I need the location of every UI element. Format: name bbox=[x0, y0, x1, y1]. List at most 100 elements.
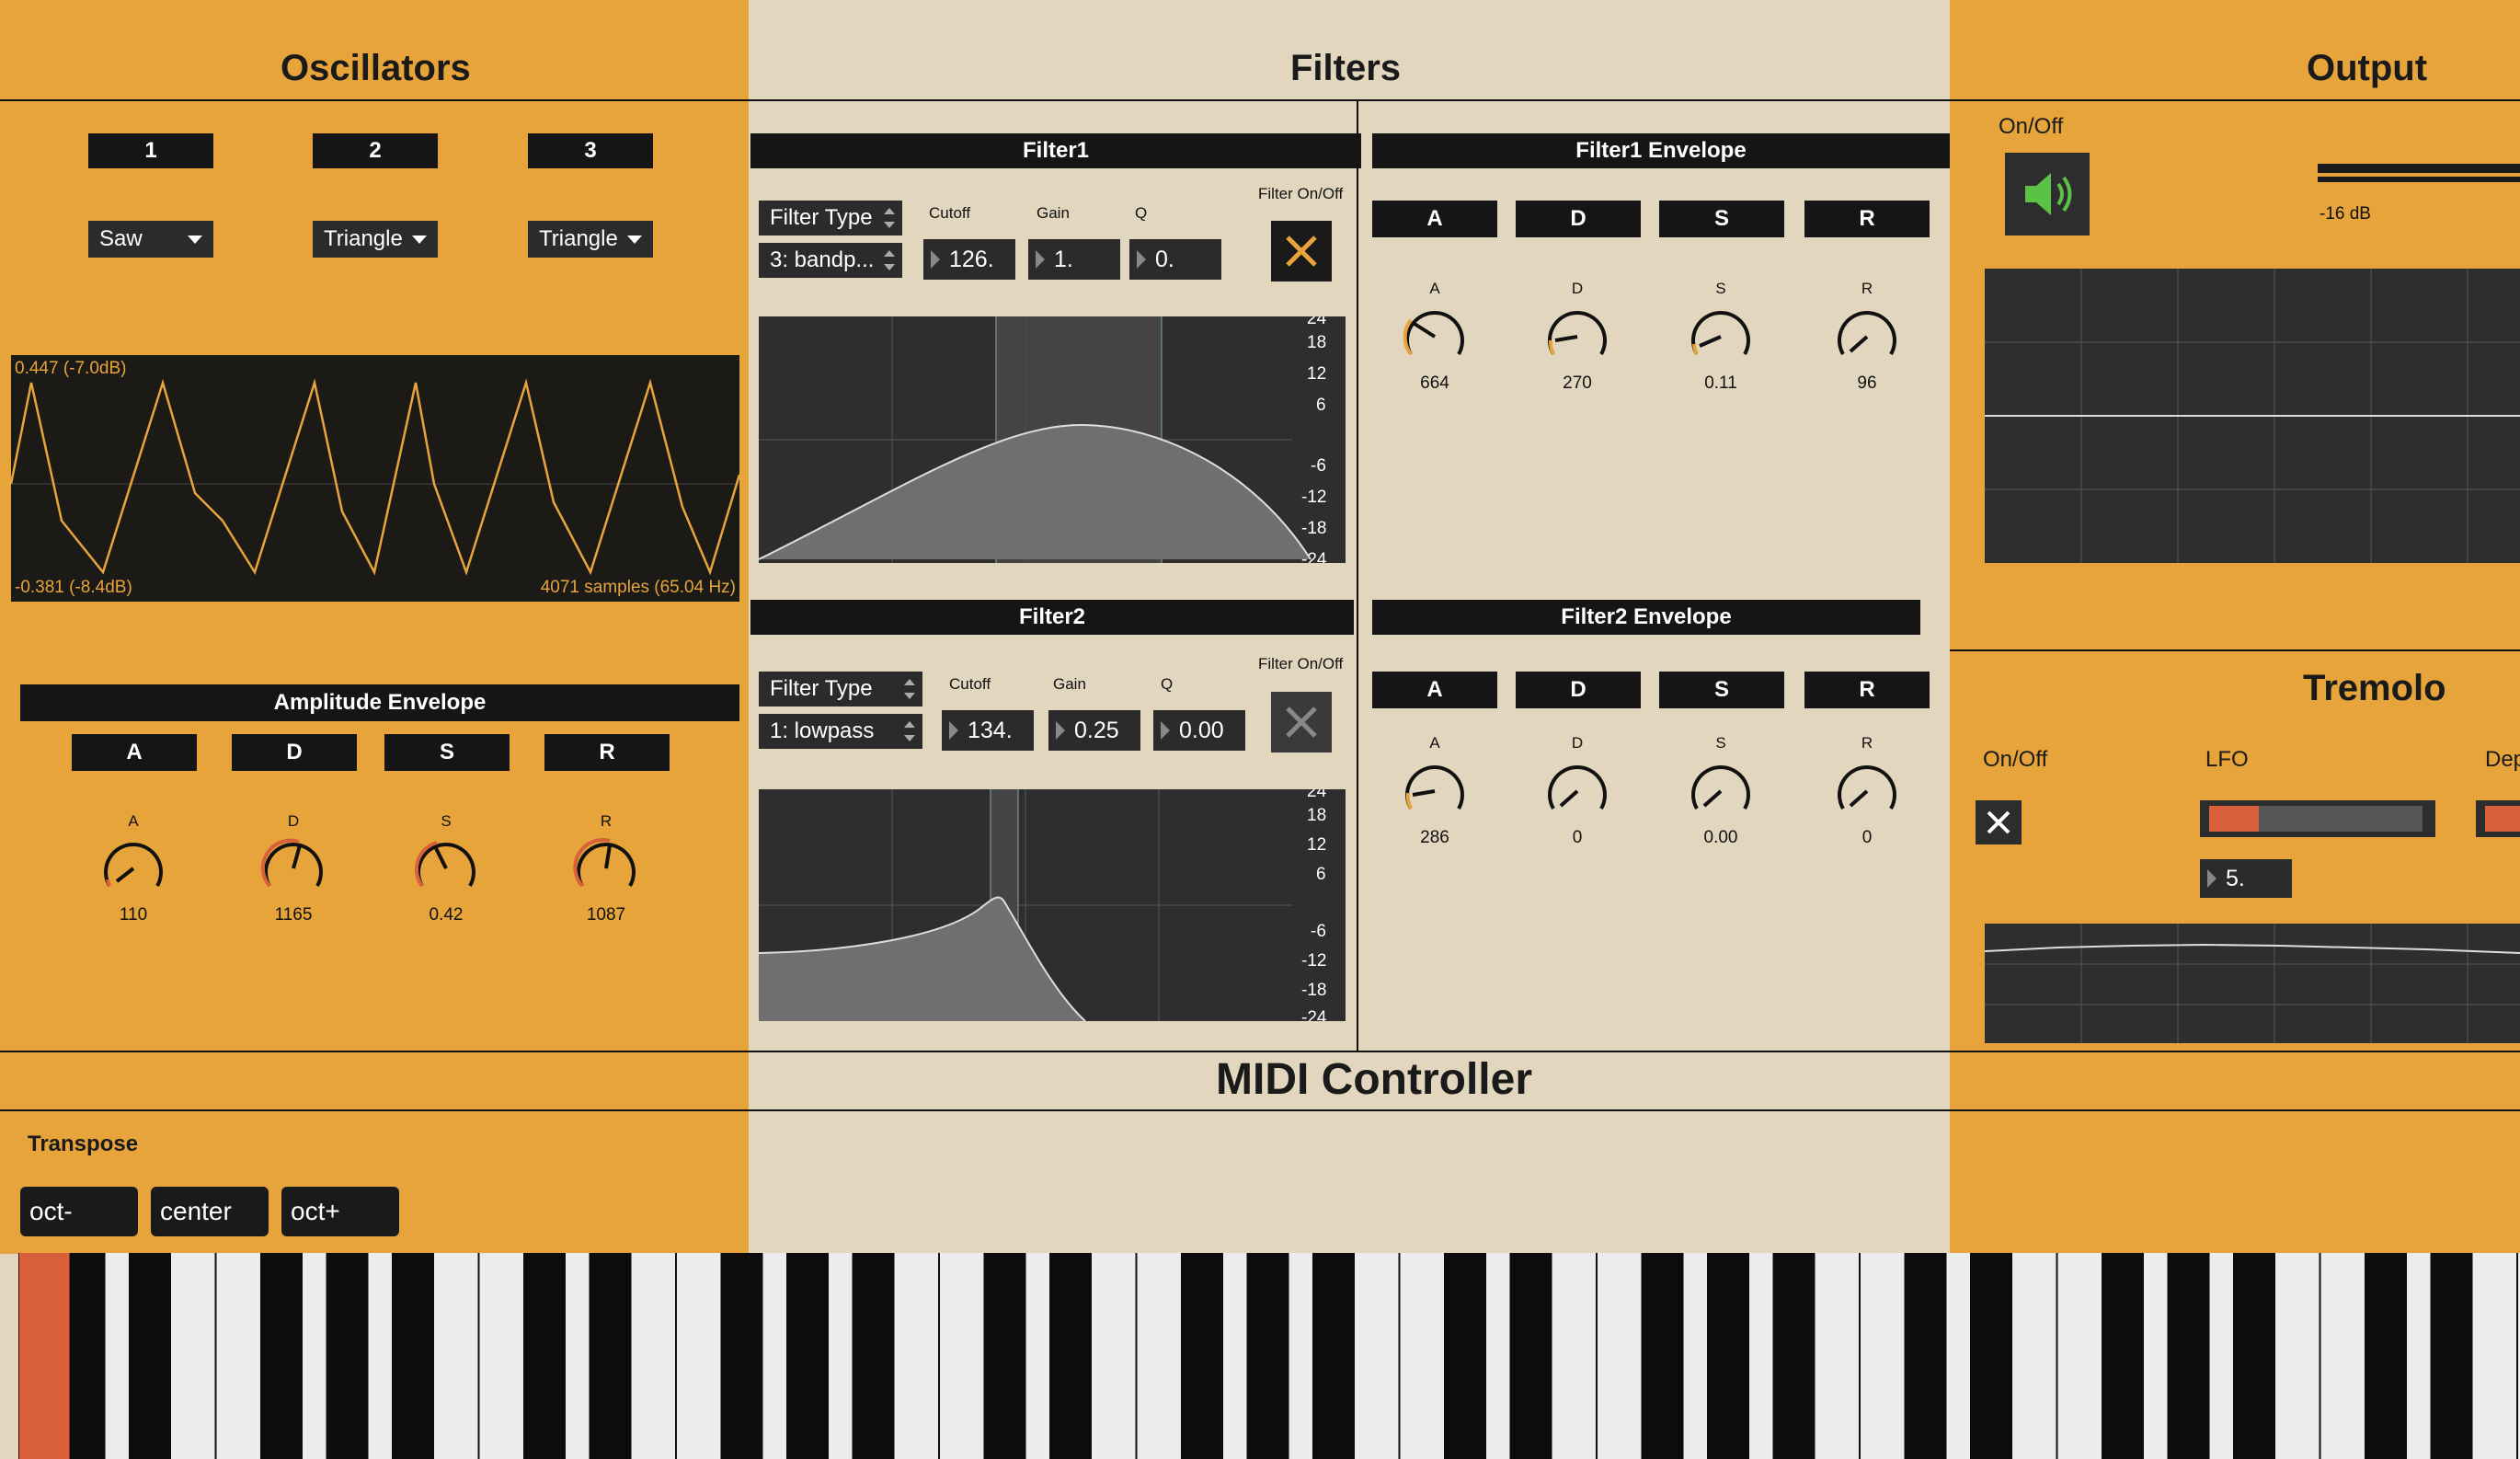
amp-env-tab-a[interactable]: A bbox=[72, 734, 197, 771]
amp-env-tab-s[interactable]: S bbox=[384, 734, 510, 771]
filter1-cutoff-field[interactable]: 126. bbox=[923, 239, 1015, 280]
octave-down-button[interactable]: oct- bbox=[20, 1187, 138, 1236]
db-tick: -18 bbox=[1301, 981, 1327, 1000]
filter2-env-tab-a[interactable]: A bbox=[1372, 672, 1497, 708]
piano-black-key[interactable] bbox=[1181, 1253, 1223, 1459]
filter2-env-tab-r[interactable]: R bbox=[1804, 672, 1930, 708]
amp-sustain-knob[interactable] bbox=[409, 832, 483, 905]
filter1-type-label-box: Filter Type bbox=[759, 201, 902, 236]
tremolo-lfo-field[interactable]: 5. bbox=[2200, 859, 2292, 898]
filter1-env-tab-a[interactable]: A bbox=[1372, 201, 1497, 237]
piano-black-key[interactable] bbox=[2167, 1253, 2210, 1459]
filter2-type-select[interactable]: 1: lowpass bbox=[759, 714, 922, 749]
f2-attack-knob[interactable] bbox=[1398, 754, 1472, 828]
amp-knob-r-label: R bbox=[600, 812, 613, 830]
piano-black-key[interactable] bbox=[1641, 1253, 1684, 1459]
filter1-onoff-toggle[interactable] bbox=[1271, 221, 1332, 281]
f1-release-value: 96 bbox=[1857, 373, 1877, 393]
output-level-meter[interactable] bbox=[2318, 164, 2520, 186]
amp-env-title: Amplitude Envelope bbox=[20, 684, 739, 721]
filter2-env-tab-d[interactable]: D bbox=[1516, 672, 1641, 708]
filter1-gain-field[interactable]: 1. bbox=[1028, 239, 1120, 280]
filter2-env-tab-s[interactable]: S bbox=[1659, 672, 1784, 708]
output-level-label: -16 dB bbox=[2320, 204, 2371, 224]
filter1-type-select[interactable]: 3: bandp... bbox=[759, 243, 902, 278]
piano-black-key[interactable] bbox=[260, 1253, 303, 1459]
filter1-env-tab-s[interactable]: S bbox=[1659, 201, 1784, 237]
piano-black-key[interactable] bbox=[2102, 1253, 2144, 1459]
piano-black-key[interactable] bbox=[523, 1253, 566, 1459]
piano-black-key[interactable] bbox=[589, 1253, 632, 1459]
filter1-q-field[interactable]: 0. bbox=[1129, 239, 1221, 280]
f1-decay-knob[interactable] bbox=[1541, 300, 1614, 373]
osc1-waveform-select[interactable]: Saw bbox=[88, 221, 213, 258]
octave-up-button[interactable]: oct+ bbox=[281, 1187, 399, 1236]
piano-black-key[interactable] bbox=[720, 1253, 763, 1459]
filter1-response-curve bbox=[759, 316, 1312, 563]
filter1-env-tab-d[interactable]: D bbox=[1516, 201, 1641, 237]
osc2-waveform-select[interactable]: Triangle bbox=[313, 221, 438, 258]
spin-up-icon bbox=[884, 250, 895, 257]
midi-title-right-bg bbox=[1950, 1052, 2520, 1109]
tremolo-depth-slider[interactable] bbox=[2476, 800, 2520, 837]
amp-env-tab-r[interactable]: R bbox=[544, 734, 670, 771]
amp-release-knob[interactable] bbox=[569, 832, 643, 905]
f2-knob-a-label: A bbox=[1429, 734, 1440, 752]
f2-decay-knob[interactable] bbox=[1541, 754, 1614, 828]
filter2-onoff-toggle[interactable] bbox=[1271, 692, 1332, 752]
piano-black-key[interactable] bbox=[392, 1253, 434, 1459]
f2-sustain-knob[interactable] bbox=[1684, 754, 1758, 828]
piano-black-key[interactable] bbox=[1049, 1253, 1092, 1459]
piano-black-key[interactable] bbox=[1772, 1253, 1816, 1459]
filter1-graph[interactable]: 24 18 12 6 -6 -12 -18 -24 bbox=[759, 316, 1346, 563]
piano-black-key[interactable] bbox=[852, 1253, 895, 1459]
piano-black-key[interactable] bbox=[1707, 1253, 1749, 1459]
filter2-q-value: 0.00 bbox=[1179, 717, 1224, 743]
triangle-right-icon bbox=[931, 250, 940, 269]
osc3-waveform-select[interactable]: Triangle bbox=[528, 221, 653, 258]
piano-black-key[interactable] bbox=[1246, 1253, 1289, 1459]
filter1-gain-label: Gain bbox=[1037, 204, 1070, 222]
piano-black-key[interactable] bbox=[1444, 1253, 1486, 1459]
filter1-env-tab-r[interactable]: R bbox=[1804, 201, 1930, 237]
piano-black-key[interactable] bbox=[1312, 1253, 1355, 1459]
piano-black-key[interactable] bbox=[1509, 1253, 1552, 1459]
piano-active-key[interactable] bbox=[19, 1253, 70, 1459]
piano-black-key[interactable] bbox=[326, 1253, 369, 1459]
f1-attack-knob[interactable] bbox=[1398, 300, 1472, 373]
piano-black-key[interactable] bbox=[1904, 1253, 1947, 1459]
tremolo-lfo-slider[interactable] bbox=[2200, 800, 2435, 837]
f1-sustain-knob[interactable] bbox=[1684, 300, 1758, 373]
piano-black-key[interactable] bbox=[786, 1253, 829, 1459]
filter1-title: Filter1 bbox=[750, 133, 1361, 168]
piano-black-key[interactable] bbox=[2430, 1253, 2473, 1459]
osc1-waveform-value: Saw bbox=[99, 226, 143, 251]
piano-black-key[interactable] bbox=[1970, 1253, 2012, 1459]
output-onoff-button[interactable] bbox=[2005, 153, 2090, 236]
filter2-q-field[interactable]: 0.00 bbox=[1153, 710, 1245, 751]
f2-attack-value: 286 bbox=[1420, 828, 1449, 847]
tremolo-onoff-toggle[interactable] bbox=[1976, 800, 2022, 844]
octave-center-button[interactable]: center bbox=[151, 1187, 269, 1236]
osc-tab-1[interactable]: 1 bbox=[88, 133, 213, 168]
filter1-type-label: Filter Type bbox=[770, 205, 873, 230]
osc-tab-2[interactable]: 2 bbox=[313, 133, 438, 168]
db-tick: 24 bbox=[1307, 789, 1327, 801]
f1-knob-s-label: S bbox=[1715, 280, 1726, 297]
filter1-q-value: 0. bbox=[1155, 246, 1174, 272]
piano-black-key[interactable] bbox=[983, 1253, 1026, 1459]
f2-release-knob[interactable] bbox=[1830, 754, 1904, 828]
filter2-cutoff-field[interactable]: 134. bbox=[942, 710, 1034, 751]
amp-attack-knob[interactable] bbox=[97, 832, 170, 905]
filters-title: Filters bbox=[1290, 48, 1402, 88]
amp-env-tab-d[interactable]: D bbox=[232, 734, 357, 771]
piano-black-key[interactable] bbox=[2365, 1253, 2407, 1459]
piano-keyboard[interactable] bbox=[18, 1253, 2520, 1459]
piano-black-key[interactable] bbox=[129, 1253, 171, 1459]
filter2-gain-field[interactable]: 0.25 bbox=[1048, 710, 1140, 751]
f1-release-knob[interactable] bbox=[1830, 300, 1904, 373]
piano-black-key[interactable] bbox=[2233, 1253, 2275, 1459]
filter2-graph[interactable]: 24 18 12 6 -6 -12 -18 -24 bbox=[759, 789, 1346, 1021]
amp-decay-knob[interactable] bbox=[257, 832, 330, 905]
osc-tab-3[interactable]: 3 bbox=[528, 133, 653, 168]
